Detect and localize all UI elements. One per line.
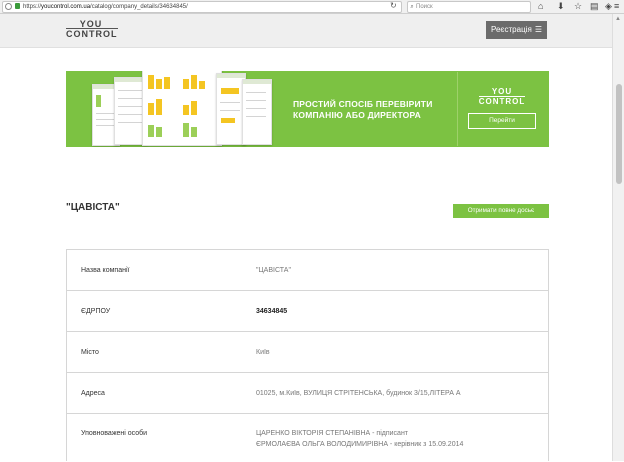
download-icon[interactable]: ⬇ <box>557 0 565 13</box>
reading-list-icon[interactable]: ▤ <box>590 0 599 13</box>
banner-logo: YOU CONTROL <box>478 87 526 106</box>
lock-icon <box>15 3 20 9</box>
edrpou-label: ЄДРПОУ <box>81 308 111 315</box>
address-label: Адреса <box>81 390 105 397</box>
banner-divider <box>457 72 458 146</box>
menu-icon[interactable]: ≡ <box>614 0 619 13</box>
table-row: Адреса 01025, м.Київ, ВУЛИЦЯ СТРІТЕНСЬКА… <box>67 373 548 414</box>
hamburger-menu-icon: ☰ <box>534 25 542 34</box>
reload-icon[interactable]: ↻ <box>390 1 397 11</box>
table-row: ЄДРПОУ 34634845 <box>67 291 548 332</box>
address-bar[interactable]: https://youcontrol.com.ua/catalog/compan… <box>2 1 402 13</box>
name-value: "ЦАВІСТА" <box>256 267 291 274</box>
banner-headline: ПРОСТИЙ СПОСІБ ПЕРЕВІРИТИ КОМПАНІЮ АБО Д… <box>293 99 433 120</box>
shield-icon[interactable]: ◈ <box>605 0 612 13</box>
person-2: ЄРМОЛАЄВА ОЛЬГА ВОЛОДИМИРІВНА - керівник… <box>256 441 464 448</box>
city-value: Київ <box>256 349 270 356</box>
banner-go-button[interactable]: Перейти <box>468 113 536 129</box>
person-1: ЦАРЕНКО ВІКТОРІЯ СТЕПАНІВНА - підписант <box>256 430 409 437</box>
address-value: 01025, м.Київ, ВУЛИЦЯ СТРІТЕНСЬКА, будин… <box>256 390 461 397</box>
table-row: Назва компанії "ЦАВІСТА" <box>67 250 548 291</box>
persons-label: Уповноважені особи <box>81 430 148 437</box>
search-icon: ⌕ <box>410 4 414 10</box>
search-box[interactable]: ⌕ Поиск <box>407 1 531 13</box>
site-logo[interactable]: YOU CONTROL <box>66 20 118 39</box>
register-label: Реєстрація <box>491 25 532 34</box>
company-title: "ЦАВІСТА" <box>66 202 120 213</box>
table-row: Уповноважені особи ЦАРЕНКО ВІКТОРІЯ СТЕП… <box>67 414 548 462</box>
info-icon[interactable] <box>5 3 12 10</box>
banner-screenshot-main <box>142 71 222 146</box>
home-icon[interactable]: ⌂ <box>538 0 543 13</box>
company-details-table: Назва компанії "ЦАВІСТА" ЄДРПОУ 34634845… <box>66 249 549 461</box>
url-text: https://youcontrol.com.ua/catalog/compan… <box>23 4 188 10</box>
city-label: Місто <box>81 349 99 356</box>
edrpou-value: 34634845 <box>256 308 288 315</box>
register-button[interactable]: Реєстрація ☰ <box>486 21 547 39</box>
table-row: Місто Київ <box>67 332 548 373</box>
browser-toolbar: https://youcontrol.com.ua/catalog/compan… <box>0 0 624 14</box>
full-dossier-button[interactable]: Отримати повне досьє <box>453 204 549 218</box>
scroll-thumb[interactable] <box>616 84 622 184</box>
search-placeholder: Поиск <box>416 4 433 10</box>
page-scrollbar[interactable]: ▲ <box>612 14 624 461</box>
scroll-up-arrow-icon[interactable]: ▲ <box>615 16 621 22</box>
name-label: Назва компанії <box>81 267 130 274</box>
banner-screenshot-right2 <box>242 79 272 145</box>
bookmark-star-icon[interactable]: ☆ <box>574 0 582 13</box>
